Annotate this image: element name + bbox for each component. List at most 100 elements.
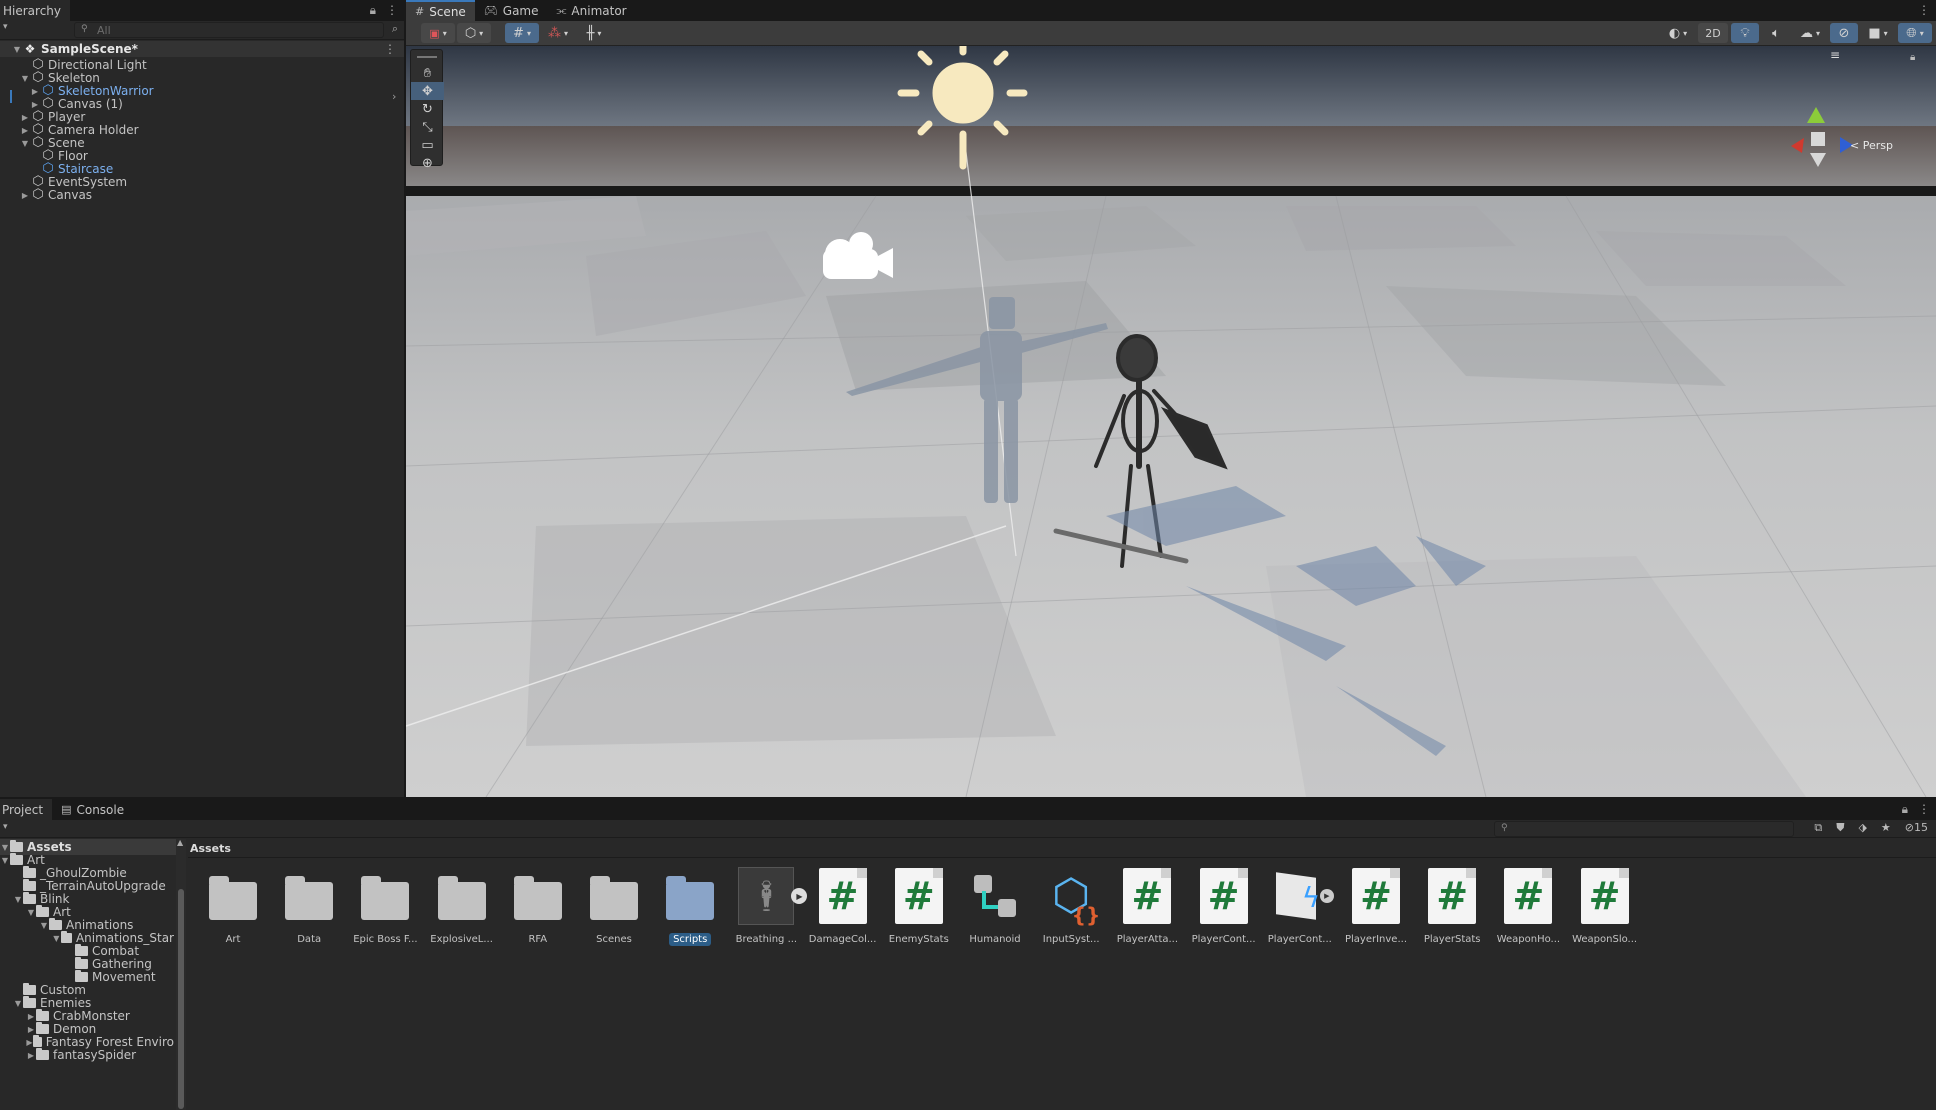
folder-icon — [23, 892, 36, 904]
expand-arrow-icon[interactable]: ▶ — [20, 113, 30, 122]
hidden-objects-toggle[interactable]: ⊘ — [1830, 23, 1858, 43]
asset-item[interactable]: RFA — [503, 868, 573, 945]
rect-tool-button[interactable]: ▭ — [411, 136, 444, 154]
project-search-input[interactable]: ⚲ — [1494, 821, 1794, 837]
folder-tree-item[interactable]: ▶ fantasySpider — [0, 1047, 174, 1063]
expand-arrow-icon[interactable]: ▶ — [30, 100, 40, 109]
kebab-menu-icon[interactable]: ⋮ — [1918, 802, 1930, 817]
scene-header-actions: ⋮ — [1918, 3, 1930, 17]
expand-arrow-icon[interactable]: ▼ — [20, 139, 30, 148]
hierarchy-item[interactable]: ▶ ⬡ Canvas — [0, 187, 404, 203]
render-mode-dropdown[interactable]: ⬡ ▾ — [457, 23, 491, 43]
search-filter-icon[interactable]: ⌕ — [392, 22, 398, 36]
breadcrumb-assets[interactable]: Assets — [190, 842, 231, 855]
hidden-packages-toggle[interactable]: ⊘15 — [1905, 821, 1928, 835]
gizmo-menu-icon[interactable]: ≡ — [1830, 48, 1840, 62]
ruler-dropdown[interactable]: ╫ ▾ — [577, 23, 611, 43]
grid-snap-dropdown[interactable]: # ▾ — [505, 23, 539, 43]
scroll-up-icon[interactable]: ▲ — [177, 838, 183, 847]
prefab-expand-arrow-icon[interactable]: › — [392, 90, 396, 103]
asset-item[interactable]: Data — [274, 868, 344, 945]
favorite-star-icon[interactable]: ★ — [1881, 821, 1891, 835]
expand-arrow-icon[interactable]: ▼ — [39, 921, 49, 930]
asset-item[interactable]: # DamageCol... — [808, 868, 878, 945]
lock-icon[interactable]: 🔒︎ — [370, 3, 376, 18]
draw-mode-dropdown[interactable]: ▣ ▾ — [421, 23, 455, 43]
expand-arrow-icon[interactable]: ▼ — [0, 856, 10, 865]
asset-item[interactable]: Scenes — [579, 868, 649, 945]
snap-increment-dropdown[interactable]: ⁂ ▾ — [541, 23, 575, 43]
project-header-actions: 🔒︎ ⋮ — [1902, 802, 1930, 817]
lock-icon[interactable]: 🔒︎ — [1902, 802, 1908, 817]
expand-arrow-icon[interactable]: ▶ — [26, 1051, 36, 1060]
create-dropdown-icon[interactable]: ▾ — [3, 822, 8, 832]
expand-arrow-icon[interactable]: ▶ — [26, 1025, 36, 1034]
expand-arrow-icon[interactable]: ▶ — [26, 1012, 36, 1021]
asset-item[interactable]: ⬡{} InputSyst... — [1036, 868, 1106, 946]
expand-arrow-icon[interactable]: ▼ — [20, 74, 30, 83]
asset-item[interactable]: # PlayerAtta... — [1112, 868, 1182, 945]
asset-item[interactable]: # PlayerInve... — [1341, 868, 1411, 945]
asset-item[interactable]: # WeaponSlo... — [1570, 868, 1640, 945]
scene-options-icon[interactable]: ⋮ — [384, 42, 396, 56]
asset-label: PlayerAtta... — [1116, 934, 1179, 945]
effects-dropdown[interactable]: ☁︎ ▾ — [1793, 23, 1827, 43]
move-tool-button[interactable]: ✥ — [411, 82, 444, 100]
asset-item[interactable]: Art — [198, 868, 268, 945]
scene-viewport[interactable]: ✋︎ ✥ ↻ ⤡ ▭ ⊕ ≡ 🔒︎ < Persp — [406, 46, 1936, 797]
expand-arrow-icon[interactable]: ▶ — [30, 87, 40, 96]
folder-icon — [23, 996, 36, 1008]
shading-dropdown[interactable]: ◐ ▾ — [1661, 23, 1695, 43]
expand-arrow-icon[interactable]: ▼ — [26, 908, 36, 917]
asset-item[interactable]: # EnemyStats — [884, 868, 954, 945]
tab-hierarchy[interactable]: Hierarchy — [0, 0, 71, 21]
tree-scrollbar[interactable]: ▲ — [176, 838, 186, 1110]
expand-arrow-icon[interactable]: ▼ — [13, 999, 23, 1008]
dropdown-arrow-icon: ▾ — [1883, 28, 1888, 38]
camera-settings-dropdown[interactable]: ■ ▾ — [1861, 23, 1895, 43]
tab-animator[interactable]: ⫘ Animator — [548, 0, 636, 21]
expand-arrow-icon[interactable]: ▼ — [52, 934, 61, 943]
search-by-type-icon[interactable]: ⧉ — [1814, 821, 1822, 835]
scene-root-row[interactable]: ▼ ❖ SampleScene* ⋮ — [0, 41, 404, 57]
kebab-menu-icon[interactable]: ⋮ — [386, 3, 398, 18]
camera-icon: ■ — [1868, 25, 1881, 41]
kebab-menu-icon[interactable]: ⋮ — [1918, 3, 1930, 17]
gizmos-dropdown[interactable]: 🌐︎ ▾ — [1898, 23, 1932, 43]
asset-item[interactable]: ϟ ▶ PlayerCont... — [1265, 868, 1335, 945]
transform-tool-button[interactable]: ⊕ — [411, 154, 444, 172]
tab-console[interactable]: ▤ Console — [52, 799, 133, 820]
expand-arrow-icon[interactable]: ▶ — [20, 126, 30, 135]
tag-icon[interactable]: ⬗ — [1858, 821, 1866, 835]
tab-game[interactable]: 🎮︎ Game — [475, 0, 548, 21]
hand-tool-button[interactable]: ✋︎ — [411, 64, 444, 82]
expand-arrow-icon[interactable]: ▼ — [13, 895, 23, 904]
audio-toggle[interactable]: 🔈︎ — [1762, 23, 1790, 43]
search-by-label-icon[interactable]: ⛊ — [1836, 821, 1844, 835]
asset-item[interactable]: # PlayerCont... — [1189, 868, 1259, 945]
asset-item[interactable]: Humanoid — [960, 868, 1030, 945]
scroll-thumb[interactable] — [178, 889, 184, 1109]
create-dropdown-icon[interactable]: ▾ — [3, 22, 8, 32]
asset-item[interactable]: 🕴︎ ▶ Breathing ... — [731, 867, 808, 945]
expand-arrow-icon[interactable]: ▶ — [26, 1038, 33, 1047]
lighting-toggle[interactable]: 💡︎ — [1731, 23, 1759, 43]
project-tabs: Project ▤ Console — [0, 799, 133, 820]
asset-item[interactable]: Epic Boss F... — [350, 868, 420, 945]
asset-item[interactable]: # PlayerStats — [1417, 868, 1487, 945]
hierarchy-search-input[interactable]: ⚲ All — [74, 22, 384, 38]
hierarchy-search-row: ▾ ⚲ All ⌕ — [0, 21, 404, 40]
expand-arrow-icon[interactable]: ▼ — [0, 843, 10, 852]
persp-label[interactable]: < Persp — [1850, 139, 1893, 152]
asset-item[interactable]: # WeaponHo... — [1493, 868, 1563, 945]
asset-item[interactable]: Scripts — [655, 868, 725, 946]
toggle-2d-button[interactable]: 2D — [1698, 23, 1728, 43]
expand-arrow-icon[interactable]: ▶ — [20, 191, 30, 200]
tab-scene[interactable]: # Scene — [406, 0, 475, 21]
expand-arrow-icon[interactable]: ▼ — [12, 45, 22, 54]
asset-item[interactable]: ExplosiveL... — [427, 868, 497, 945]
gizmo-lock-icon[interactable]: 🔒︎ — [1910, 52, 1915, 63]
tab-project[interactable]: Project — [0, 799, 53, 820]
scale-tool-button[interactable]: ⤡ — [411, 118, 444, 136]
rotate-tool-button[interactable]: ↻ — [411, 100, 444, 118]
